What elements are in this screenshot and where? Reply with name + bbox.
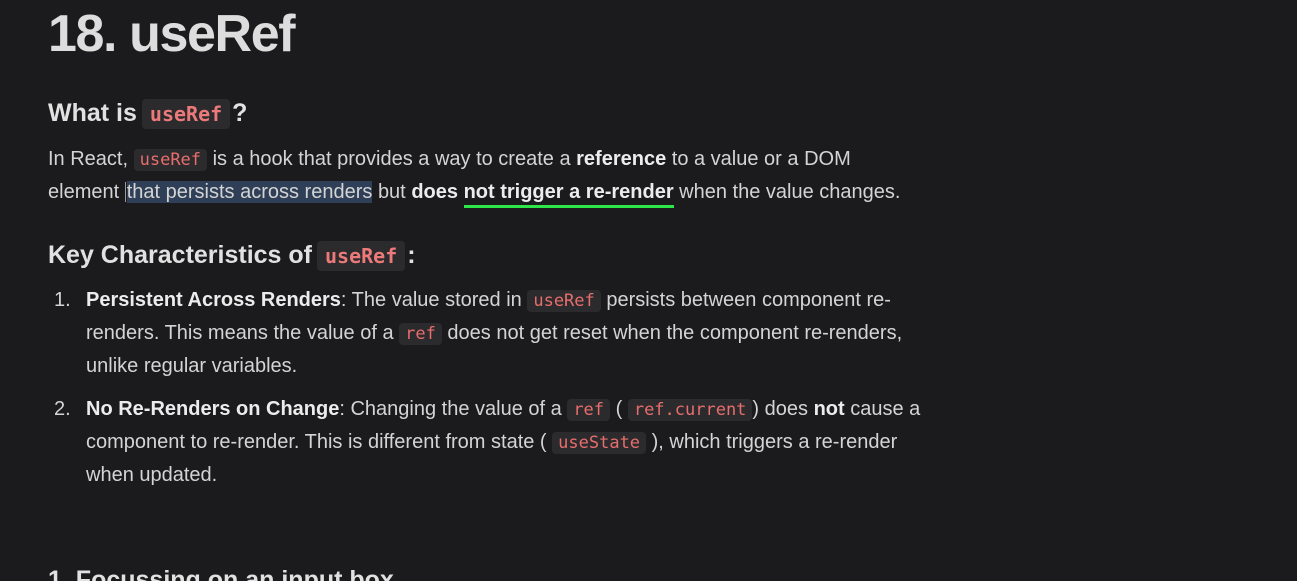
underlined-bold-text: not trigger a re-render [463,181,674,208]
text: ( [615,398,623,420]
list-number: 2. [54,398,71,420]
inline-code: useRef [133,149,208,171]
section-heading-what-is: What is useRef? [48,96,247,131]
bold-text: No Re-Renders on Change [86,398,340,420]
list-line: Persistent Across Renders: The value sto… [86,284,920,317]
selected-text[interactable]: that persists across renders [126,181,373,203]
heading-text: ? [232,99,248,127]
paragraph-line: In React, useRef is a hook that provides… [48,143,900,176]
bold-text: Persistent Across Renders [86,289,341,311]
text: ) does [752,398,809,420]
section-heading-key-characteristics: Key Characteristics of useRef: [48,238,416,273]
inline-code: ref [399,323,442,345]
bold-text: does [411,181,458,203]
list-line: unlike regular variables. [86,355,298,377]
text: element [48,181,120,203]
text: but [377,181,406,203]
text: ), which triggers a re-render [651,431,898,453]
list-item: 2. No Re-Renders on Change: Changing the… [48,393,920,491]
inline-code: ref [567,399,611,421]
heading-text: : [407,241,416,269]
text: does not get reset when the component re… [447,322,903,344]
list-line: renders. This means the value of a ref d… [86,317,920,350]
list-number: 1. [54,289,71,311]
list-line: No Re-Renders on Change: Changing the va… [86,393,920,426]
text: : Changing the value of a [339,398,562,420]
text: : The value stored in [340,289,522,311]
text-cursor-icon [124,182,126,202]
inline-code: useRef [527,290,601,312]
paragraph-line: element that persists across renders but… [48,176,900,208]
inline-code: ref.current [627,399,753,421]
text: cause a [850,398,921,420]
page-title: 18. useRef [48,5,296,63]
list-item: 1. Persistent Across Renders: The value … [48,284,920,382]
bold-text: not [813,398,845,420]
heading-text: What is [48,99,137,127]
inline-code: useRef [141,99,231,129]
text: renders. This means the value of a [86,322,394,344]
intro-paragraph: In React, useRef is a hook that provides… [48,143,900,208]
bold-text: reference [576,148,667,170]
text: when the value changes. [679,181,901,203]
text: component to re-render. This is differen… [86,431,547,453]
text: to a value or a DOM [671,148,851,170]
text: is a hook that provides a way to create … [212,148,571,170]
text: not trigger a re-render [463,181,674,203]
green-underline [463,205,674,208]
characteristics-list: 1. Persistent Across Renders: The value … [48,284,920,491]
inline-code: useRef [317,241,406,271]
inline-code: useState [552,432,647,454]
section-heading-focusing-input: 1. Focussing on an input box [48,566,394,581]
list-line: component to re-render. This is differen… [86,426,920,459]
list-line: when updated. [86,464,218,486]
heading-text: Key Characteristics of [48,241,313,269]
text: In React, [48,148,129,170]
text: persists between component re- [606,289,891,311]
